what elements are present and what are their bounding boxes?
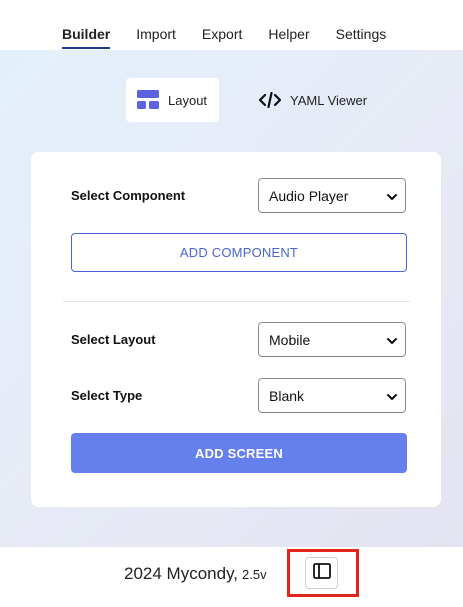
type-select-value: Blank — [269, 387, 305, 404]
tab-import[interactable]: Import — [136, 26, 176, 42]
layout-mode-button[interactable]: Layout — [126, 78, 219, 122]
select-component-label: Select Component — [71, 188, 186, 203]
layout-select[interactable]: Mobile — [258, 322, 406, 357]
add-screen-button[interactable]: ADD SCREEN — [71, 433, 407, 473]
version-label: 2.5v — [242, 567, 267, 582]
copyright-text: 2024 Mycondy, 2.5v — [124, 564, 267, 584]
top-nav: Builder Import Export Helper Settings — [0, 0, 463, 50]
tab-builder[interactable]: Builder — [62, 26, 111, 49]
builder-area: Layout YAML Viewer Select Component Audi… — [0, 50, 463, 547]
code-icon — [259, 92, 281, 108]
select-type-label: Select Type — [71, 388, 143, 403]
chevron-down-icon — [386, 390, 398, 406]
component-select[interactable]: Audio Player — [258, 178, 406, 213]
sidebar-toggle-icon — [312, 562, 331, 584]
component-select-value: Audio Player — [269, 187, 349, 204]
copyright-label: 2024 Mycondy, — [124, 564, 239, 583]
tab-export[interactable]: Export — [202, 26, 242, 42]
chevron-down-icon — [386, 190, 398, 206]
footer: 2024 Mycondy, 2.5v — [0, 547, 463, 607]
builder-card: Select Component Audio Player ADD COMPON… — [31, 152, 441, 507]
tab-settings[interactable]: Settings — [336, 26, 387, 42]
tab-helper[interactable]: Helper — [268, 26, 309, 42]
sidebar-toggle-button[interactable] — [305, 557, 338, 589]
type-select[interactable]: Blank — [258, 378, 406, 413]
select-layout-label: Select Layout — [71, 332, 156, 347]
add-component-button[interactable]: ADD COMPONENT — [71, 233, 407, 272]
chevron-down-icon — [386, 334, 398, 350]
layout-icon — [137, 90, 159, 110]
layout-select-value: Mobile — [269, 331, 311, 348]
divider — [63, 301, 410, 302]
view-mode-switch: Layout YAML Viewer — [0, 78, 463, 122]
yaml-viewer-label: YAML Viewer — [290, 92, 368, 108]
layout-mode-label: Layout — [168, 92, 208, 108]
yaml-viewer-button[interactable]: YAML Viewer — [259, 78, 379, 122]
